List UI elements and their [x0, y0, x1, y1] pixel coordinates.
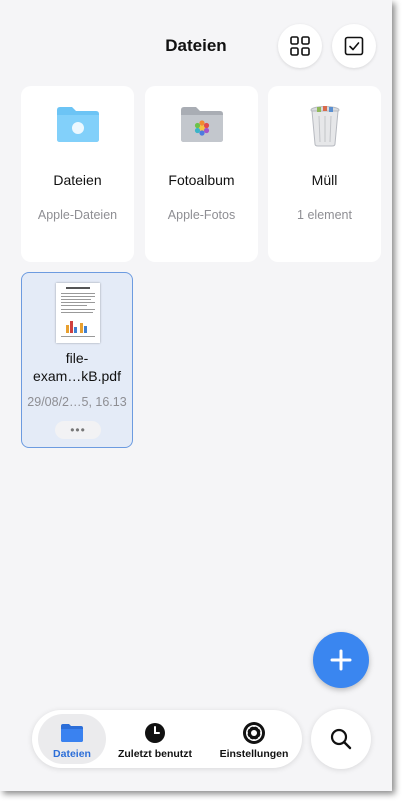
folder-icon	[21, 104, 134, 150]
pdf-thumbnail-icon	[56, 283, 100, 343]
clock-icon	[144, 722, 166, 744]
grid-icon	[290, 36, 310, 56]
tab-dateien[interactable]: Dateien	[38, 714, 106, 764]
more-options-button[interactable]: •••	[55, 421, 101, 439]
tab-label: Einstellungen	[219, 748, 289, 760]
trash-icon	[268, 104, 381, 150]
tab-label: Dateien	[53, 748, 91, 760]
location-name: Fotoalbum	[168, 172, 235, 188]
search-icon	[330, 728, 352, 750]
tab-zuletzt-benutzt[interactable]: Zuletzt benutzt	[114, 714, 196, 764]
select-button[interactable]	[332, 24, 376, 68]
checkbox-icon	[344, 36, 364, 56]
location-card-fotoalbum[interactable]: Fotoalbum Apple-Fotos	[145, 86, 258, 262]
location-subtitle: 1 element	[297, 208, 352, 222]
location-subtitle: Apple-Fotos	[167, 208, 236, 222]
location-subtitle: Apple-Dateien	[37, 208, 118, 222]
grid-view-button[interactable]	[278, 24, 322, 68]
location-card-muell[interactable]: Müll 1 element	[268, 86, 381, 262]
add-button[interactable]	[313, 632, 369, 688]
file-card[interactable]: file-exam…kB.pdf 29/08/2…5, 16.13 •••	[21, 272, 133, 448]
gear-icon	[242, 722, 266, 744]
location-name: Dateien	[53, 172, 102, 188]
plus-icon	[330, 649, 352, 671]
photo-folder-icon	[145, 104, 258, 150]
location-card-dateien[interactable]: Dateien Apple-Dateien	[21, 86, 134, 262]
file-name: file-exam…kB.pdf	[33, 350, 121, 384]
file-date: 29/08/2…5, 16.13	[27, 395, 127, 409]
tab-label: Zuletzt benutzt	[117, 748, 193, 760]
search-button[interactable]	[311, 709, 371, 769]
app-window: Dateien Dateien Apple-Dateien Fotoalbum …	[0, 0, 392, 791]
location-name: Müll	[311, 172, 338, 188]
folder-icon	[60, 722, 84, 744]
tab-bar: Dateien Zuletzt benutzt Einstellungen	[32, 710, 302, 768]
tab-einstellungen[interactable]: Einstellungen	[212, 714, 296, 764]
